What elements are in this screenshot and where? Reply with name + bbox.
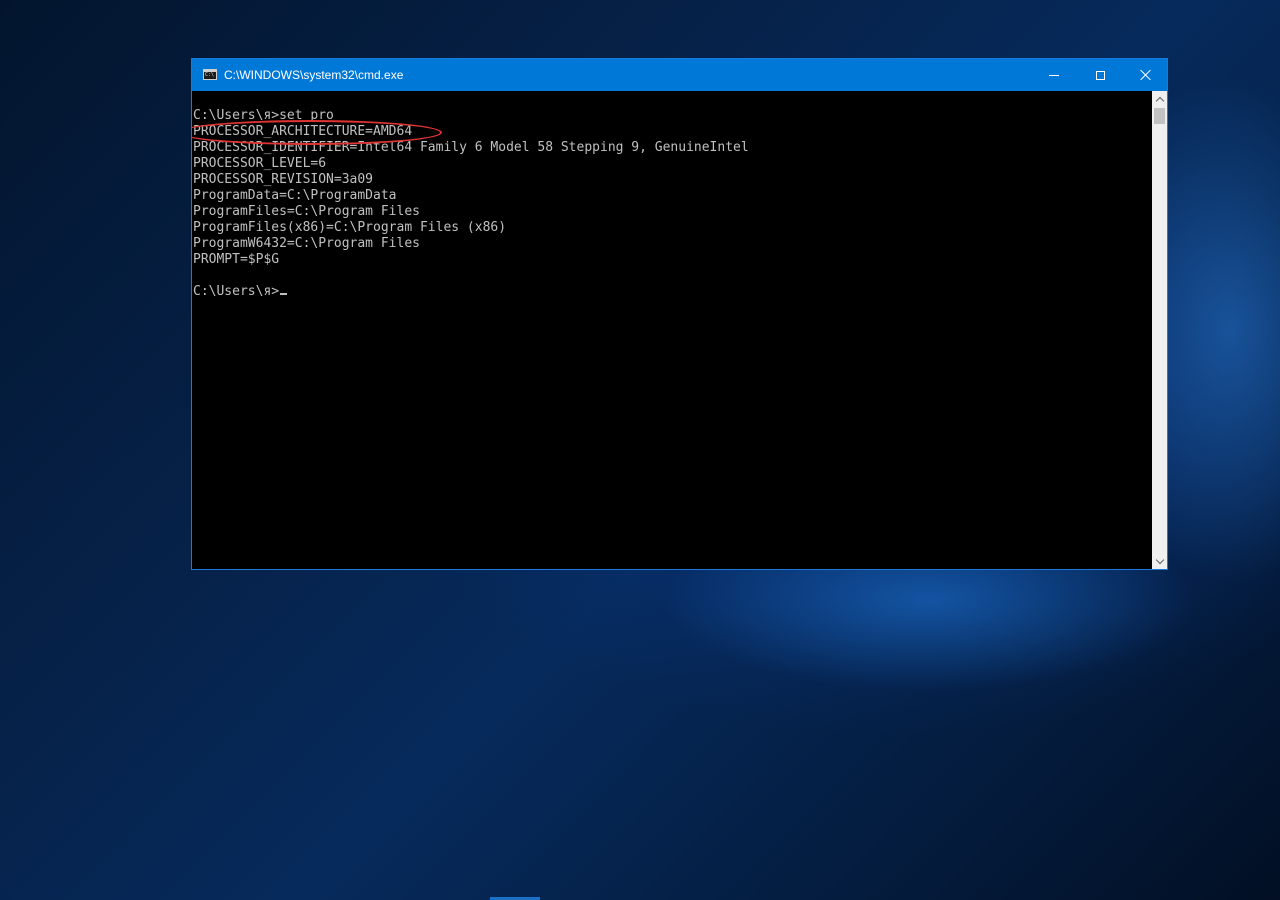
window-title: C:\WINDOWS\system32\cmd.exe bbox=[224, 68, 404, 82]
text-cursor bbox=[280, 293, 288, 295]
console-line: C:\Users\я>set pro bbox=[193, 108, 334, 123]
prompt-text: C:\Users\я> bbox=[193, 284, 280, 299]
console-line: PROCESSOR_REVISION=3a09 bbox=[193, 172, 374, 187]
console-line: PROCESSOR_ARCHITECTURE=AMD64 bbox=[193, 124, 413, 139]
maximize-button[interactable] bbox=[1077, 59, 1123, 91]
console-output[interactable]: C:\Users\я>set pro PROCESSOR_ARCHITECTUR… bbox=[192, 91, 1152, 569]
close-icon bbox=[1140, 69, 1152, 81]
cmd-icon[interactable] bbox=[203, 69, 217, 80]
minimize-icon bbox=[1049, 74, 1059, 76]
scroll-up-button[interactable] bbox=[1152, 91, 1167, 107]
prompt-line: C:\Users\я> bbox=[193, 284, 749, 300]
cmd-window: C:\WINDOWS\system32\cmd.exe C:\Users\я>s… bbox=[191, 58, 1168, 570]
chevron-down-icon bbox=[1155, 555, 1164, 564]
console-line: ProgramData=C:\ProgramData bbox=[193, 188, 397, 203]
vertical-scrollbar[interactable] bbox=[1152, 91, 1167, 569]
console-line: PROCESSOR_IDENTIFIER=Intel64 Family 6 Mo… bbox=[193, 140, 749, 155]
scroll-thumb[interactable] bbox=[1154, 108, 1165, 124]
console-line: ProgramW6432=C:\Program Files bbox=[193, 236, 420, 251]
console-lines: C:\Users\я>set pro PROCESSOR_ARCHITECTUR… bbox=[193, 108, 749, 300]
maximize-icon bbox=[1095, 70, 1105, 80]
console-line: ProgramFiles(x86)=C:\Program Files (x86) bbox=[193, 220, 507, 235]
scroll-down-button[interactable] bbox=[1152, 553, 1167, 569]
close-button[interactable] bbox=[1123, 59, 1169, 91]
console-line: ProgramFiles=C:\Program Files bbox=[193, 204, 420, 219]
chevron-up-icon bbox=[1155, 96, 1164, 105]
console-line: PROMPT=$P$G bbox=[193, 252, 280, 267]
minimize-button[interactable] bbox=[1031, 59, 1077, 91]
title-bar[interactable]: C:\WINDOWS\system32\cmd.exe bbox=[192, 59, 1167, 91]
console-line: PROCESSOR_LEVEL=6 bbox=[193, 156, 327, 171]
